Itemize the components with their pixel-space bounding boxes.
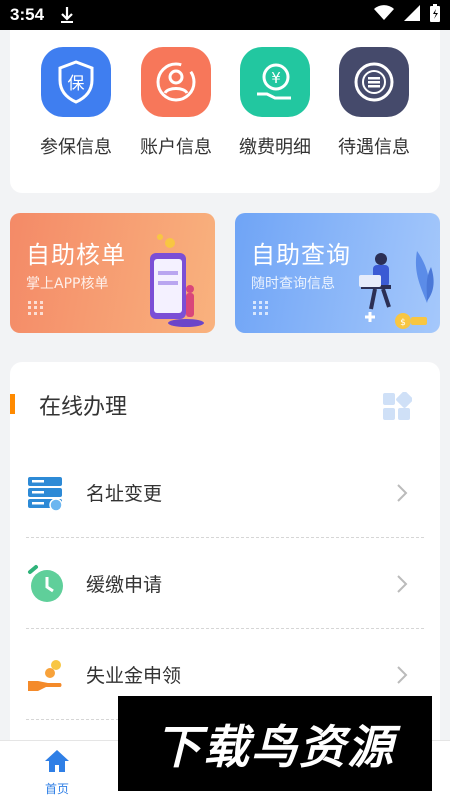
hand-coin-icon bbox=[26, 655, 66, 695]
server-icon bbox=[26, 473, 66, 513]
watermark-overlay: 下载鸟资源 bbox=[118, 696, 432, 791]
quick-item-label: 账户信息 bbox=[140, 137, 212, 158]
quick-item-label: 参保信息 bbox=[40, 137, 112, 158]
wifi-icon bbox=[374, 4, 394, 26]
list-item-label: 缓缴申请 bbox=[86, 574, 163, 596]
svg-text:¥: ¥ bbox=[271, 69, 281, 87]
chevron-right-icon bbox=[396, 574, 408, 598]
status-time: 3:54 bbox=[10, 5, 45, 24]
benefit-icon bbox=[339, 47, 409, 117]
banner-title: 自助查询 bbox=[251, 241, 351, 269]
watermark-text: 下载鸟资源 bbox=[155, 719, 395, 774]
battery-icon bbox=[430, 3, 440, 27]
tab-home[interactable]: 首页 bbox=[32, 749, 82, 797]
person-laptop-illustration: $ bbox=[359, 251, 434, 329]
quick-menu-card: 保 参保信息 账户信息 ¥ 缴费明细 待遇信息 bbox=[10, 30, 440, 193]
quick-item-account-info[interactable]: 账户信息 bbox=[126, 47, 226, 159]
banner-subtitle: 掌上APP核单 bbox=[26, 276, 109, 292]
list-item-label: 失业金申领 bbox=[86, 665, 182, 687]
section-accent-bar bbox=[10, 394, 15, 414]
quick-item-label: 缴费明细 bbox=[239, 137, 311, 158]
home-icon bbox=[44, 749, 70, 777]
banner-self-check[interactable]: 自助核单 掌上APP核单 bbox=[10, 213, 215, 333]
svg-text:$: $ bbox=[400, 318, 406, 328]
account-icon bbox=[141, 47, 211, 117]
banner-title: 自助核单 bbox=[26, 241, 126, 269]
banner-subtitle: 随时查询信息 bbox=[251, 276, 335, 292]
shield-icon: 保 bbox=[41, 47, 111, 117]
chevron-right-icon bbox=[396, 665, 408, 689]
tab-home-label: 首页 bbox=[44, 782, 69, 796]
list-item-address-change[interactable]: 名址变更 bbox=[26, 447, 424, 538]
svg-text:保: 保 bbox=[68, 74, 85, 94]
quick-item-label: 待遇信息 bbox=[338, 137, 410, 158]
banner-self-query[interactable]: 自助查询 随时查询信息 $ bbox=[235, 213, 440, 333]
phone-illustration bbox=[150, 234, 204, 327]
payment-icon: ¥ bbox=[240, 47, 310, 117]
list-item-label: 名址变更 bbox=[86, 483, 163, 505]
quick-item-insurance-info[interactable]: 保 参保信息 bbox=[26, 47, 126, 159]
grid-icon[interactable] bbox=[382, 391, 413, 426]
download-icon bbox=[60, 6, 74, 24]
quick-item-payment-detail[interactable]: ¥ 缴费明细 bbox=[225, 47, 325, 159]
dots-decoration bbox=[28, 301, 43, 315]
chevron-right-icon bbox=[396, 483, 408, 507]
section-title: 在线办理 bbox=[39, 395, 128, 420]
online-handling-card: 在线办理 名址变更 缓缴申请 失业金申领 bbox=[10, 362, 440, 742]
status-bar: 3:54 bbox=[0, 0, 450, 30]
dots-decoration bbox=[253, 301, 268, 315]
clock-icon bbox=[26, 564, 66, 604]
list-item-deferred-payment[interactable]: 缓缴申请 bbox=[26, 538, 424, 629]
quick-item-benefit-info[interactable]: 待遇信息 bbox=[324, 47, 424, 159]
signal-icon bbox=[404, 4, 420, 26]
